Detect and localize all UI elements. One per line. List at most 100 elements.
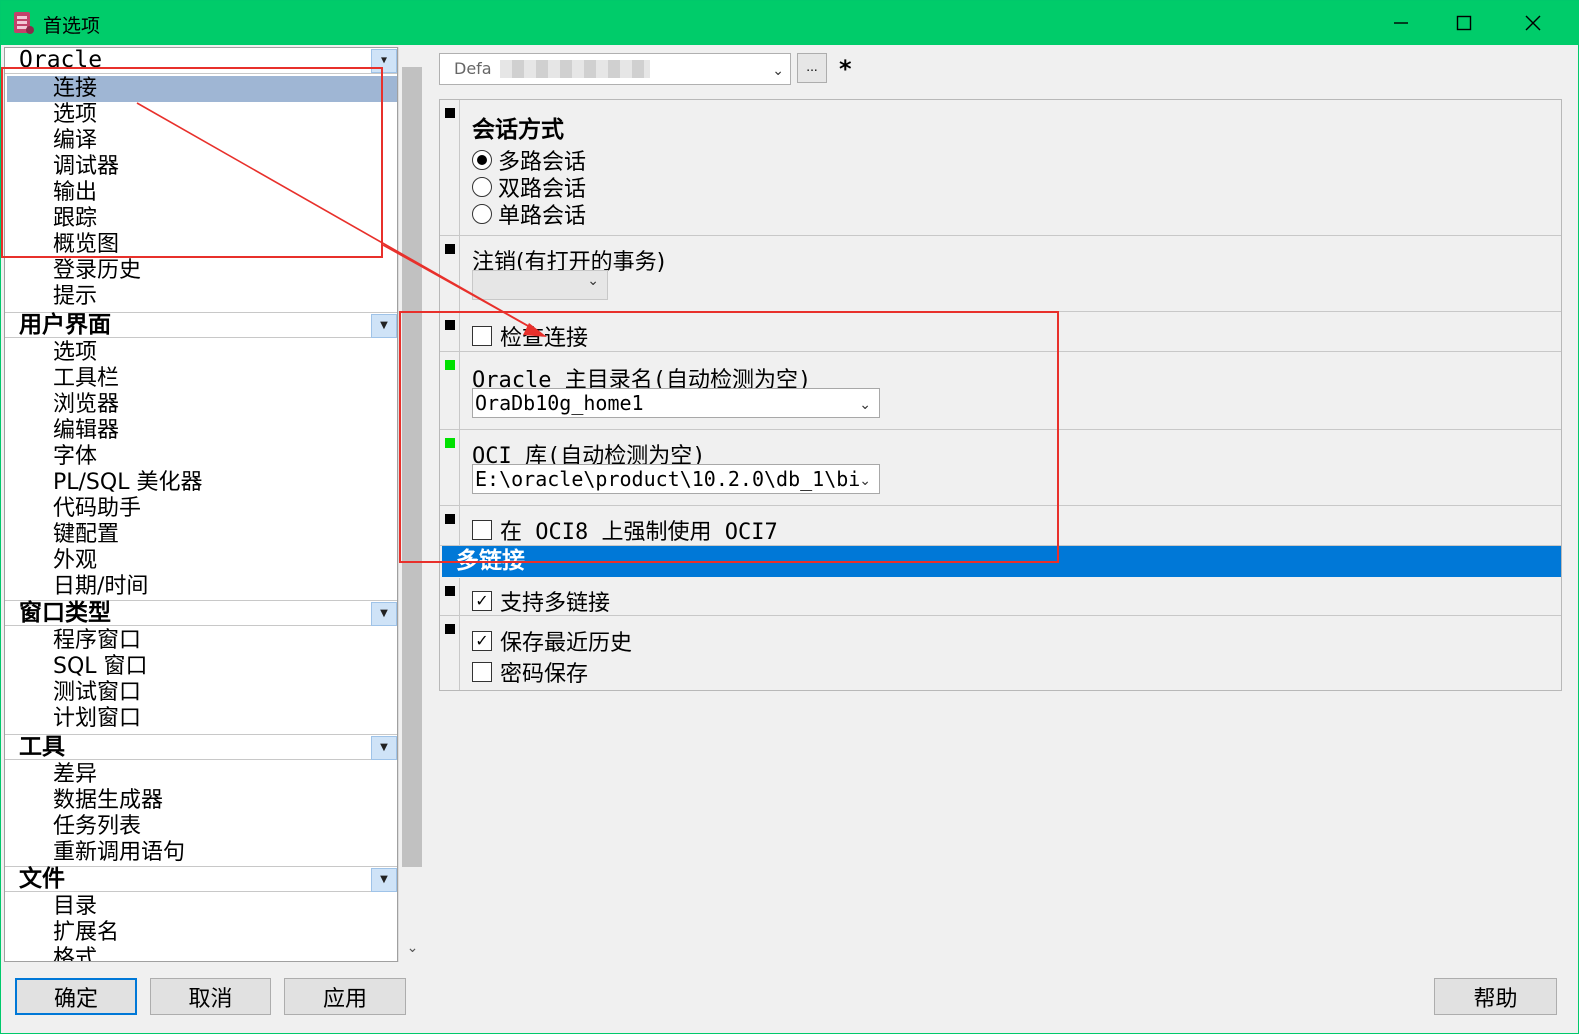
tree-item-output[interactable]: 输出 <box>5 180 397 206</box>
triangle-down-icon[interactable]: ▼ <box>371 736 397 760</box>
tree-item-overview[interactable]: 概览图 <box>5 232 397 258</box>
group-title: Oracle <box>19 47 103 73</box>
support-multilink-checkbox[interactable]: ✓ 支持多链接 <box>472 585 610 617</box>
tree-item-test-window[interactable]: 测试窗口 <box>5 680 397 706</box>
triangle-down-icon[interactable]: ▼ <box>371 868 397 892</box>
checkbox[interactable] <box>472 326 492 346</box>
tree-item-ui-options[interactable]: 选项 <box>5 340 397 366</box>
tree-item-hints[interactable]: 提示 <box>5 284 397 310</box>
chevron-down-icon[interactable]: ⌄ <box>399 940 426 960</box>
oci-library-value: E:\oracle\product\10.2.0\db_1\bi <box>475 467 861 491</box>
logoff-select[interactable]: ⌄ <box>472 270 608 300</box>
check-connection-checkbox[interactable]: 检查连接 <box>472 320 588 352</box>
tree-item-debugger[interactable]: 调试器 <box>5 154 397 180</box>
tree-item-trace[interactable]: 跟踪 <box>5 206 397 232</box>
group-title: 工具 <box>19 734 65 760</box>
tree-item-directory[interactable]: 目录 <box>5 894 397 920</box>
session-mode-label: 会话方式 <box>472 117 564 143</box>
tree-item-datetime[interactable]: 日期/时间 <box>5 574 397 600</box>
group-title: 文件 <box>19 866 65 892</box>
tree-item-login-history[interactable]: 登录历史 <box>5 258 397 284</box>
close-button[interactable] <box>1498 1 1568 45</box>
tree-item-browser[interactable]: 浏览器 <box>5 392 397 418</box>
scrollbar-thumb[interactable] <box>402 67 422 867</box>
tree-item-program-window[interactable]: 程序窗口 <box>5 628 397 654</box>
default-marker <box>445 514 455 524</box>
tree-scrollbar[interactable]: ⌄ <box>398 47 425 962</box>
group-window-types[interactable]: 窗口类型 ▼ <box>5 600 397 626</box>
checkbox-label: 支持多链接 <box>500 591 611 616</box>
triangle-down-icon[interactable]: ▼ <box>371 49 397 73</box>
group-user-interface[interactable]: 用户界面 ▼ <box>5 312 397 338</box>
radio-button[interactable] <box>472 177 492 197</box>
triangle-down-icon[interactable]: ▼ <box>371 314 397 338</box>
default-marker <box>445 320 455 330</box>
tree-item-editor[interactable]: 编辑器 <box>5 418 397 444</box>
tree-item-format[interactable]: 格式 <box>5 946 397 961</box>
minimize-icon <box>1394 22 1408 24</box>
checkbox-label: 密码保存 <box>500 662 589 687</box>
modified-marker <box>445 438 455 448</box>
section-logoff: 注销(有打开的事务) ⌄ <box>440 236 1561 312</box>
tree-item-beautifier[interactable]: PL/SQL 美化器 <box>5 470 397 496</box>
checkbox[interactable] <box>472 662 492 682</box>
chevron-down-icon: ⌄ <box>859 397 871 413</box>
close-icon <box>1525 15 1541 31</box>
ok-button[interactable]: 确定 <box>15 978 137 1015</box>
checkbox[interactable] <box>472 520 492 540</box>
radio-button[interactable] <box>472 204 492 224</box>
preferences-tree[interactable]: Oracle ▼ 连接 选项 编译 调试器 输出 跟踪 概览图 登录历史 提示 … <box>4 47 398 962</box>
help-button[interactable]: 帮助 <box>1434 978 1557 1015</box>
tree-item-options[interactable]: 选项 <box>5 102 397 128</box>
triangle-down-icon[interactable]: ▼ <box>371 602 397 626</box>
minimize-button[interactable] <box>1366 1 1436 45</box>
title-bar[interactable]: 首选项 <box>1 1 1579 45</box>
oci-library-select[interactable]: E:\oracle\product\10.2.0\db_1\bi ⌄ <box>472 464 880 494</box>
connection-selector-value: Defa <box>454 59 492 78</box>
default-marker <box>445 244 455 254</box>
tree-item-compile[interactable]: 编译 <box>5 128 397 154</box>
section-oci-library: OCI 库(自动检测为空) E:\oracle\product\10.2.0\d… <box>440 430 1561 506</box>
tree-item-appearance[interactable]: 外观 <box>5 548 397 574</box>
tree-item-data-generator[interactable]: 数据生成器 <box>5 788 397 814</box>
radio-button-selected[interactable] <box>472 150 492 170</box>
window-title: 首选项 <box>43 15 101 37</box>
oracle-home-select[interactable]: OraDb10g_home1 ⌄ <box>472 388 880 418</box>
checkbox-checked[interactable]: ✓ <box>472 631 492 651</box>
tree-item-code-assistant[interactable]: 代码助手 <box>5 496 397 522</box>
tree-item-task-list[interactable]: 任务列表 <box>5 814 397 840</box>
group-files[interactable]: 文件 ▼ <box>5 866 397 892</box>
cancel-button[interactable]: 取消 <box>150 978 271 1015</box>
obscured-text <box>500 60 650 78</box>
save-history-checkbox[interactable]: ✓ 保存最近历史 <box>472 625 632 657</box>
tree-item-connection[interactable]: 连接 <box>7 76 397 102</box>
maximize-button[interactable] <box>1429 1 1499 45</box>
section-oracle-home: Oracle 主目录名(自动检测为空) OraDb10g_home1 ⌄ <box>440 352 1561 430</box>
radio-label: 单路会话 <box>498 204 587 229</box>
section-support-multilink: ✓ 支持多链接 <box>440 578 1561 616</box>
maximize-icon <box>1456 15 1472 31</box>
group-oracle[interactable]: Oracle ▼ <box>5 47 397 74</box>
force-oci7-checkbox[interactable]: 在 OCI8 上强制使用 OCI7 <box>472 514 778 546</box>
tree-item-sql-window[interactable]: SQL 窗口 <box>5 654 397 680</box>
group-tools[interactable]: 工具 ▼ <box>5 734 397 760</box>
connection-selector[interactable]: Defa ⌄ <box>439 53 791 85</box>
browse-button[interactable]: ... <box>797 53 827 83</box>
checkbox-label: 保存最近历史 <box>500 631 633 656</box>
tree-item-plan-window[interactable]: 计划窗口 <box>5 706 397 732</box>
tree-item-diff[interactable]: 差异 <box>5 762 397 788</box>
tree-item-font[interactable]: 字体 <box>5 444 397 470</box>
tree-item-recall-statement[interactable]: 重新调用语句 <box>5 840 397 866</box>
modified-marker: * <box>839 55 852 83</box>
section-history: ✓ 保存最近历史 密码保存 <box>440 616 1561 690</box>
save-password-checkbox[interactable]: 密码保存 <box>472 656 588 688</box>
tree-item-toolbar[interactable]: 工具栏 <box>5 366 397 392</box>
settings-panel: 会话方式 多路会话 双路会话 单路会话 注销(有打开的事务) ⌄ 检查连接 Or… <box>439 99 1562 691</box>
tree-item-key-config[interactable]: 键配置 <box>5 522 397 548</box>
tree-item-extensions[interactable]: 扩展名 <box>5 920 397 946</box>
apply-button[interactable]: 应用 <box>284 978 406 1015</box>
oracle-home-value: OraDb10g_home1 <box>475 391 644 415</box>
radio-single-session[interactable]: 单路会话 <box>472 198 586 230</box>
preferences-app-icon <box>11 10 35 36</box>
checkbox-checked[interactable]: ✓ <box>472 591 492 611</box>
